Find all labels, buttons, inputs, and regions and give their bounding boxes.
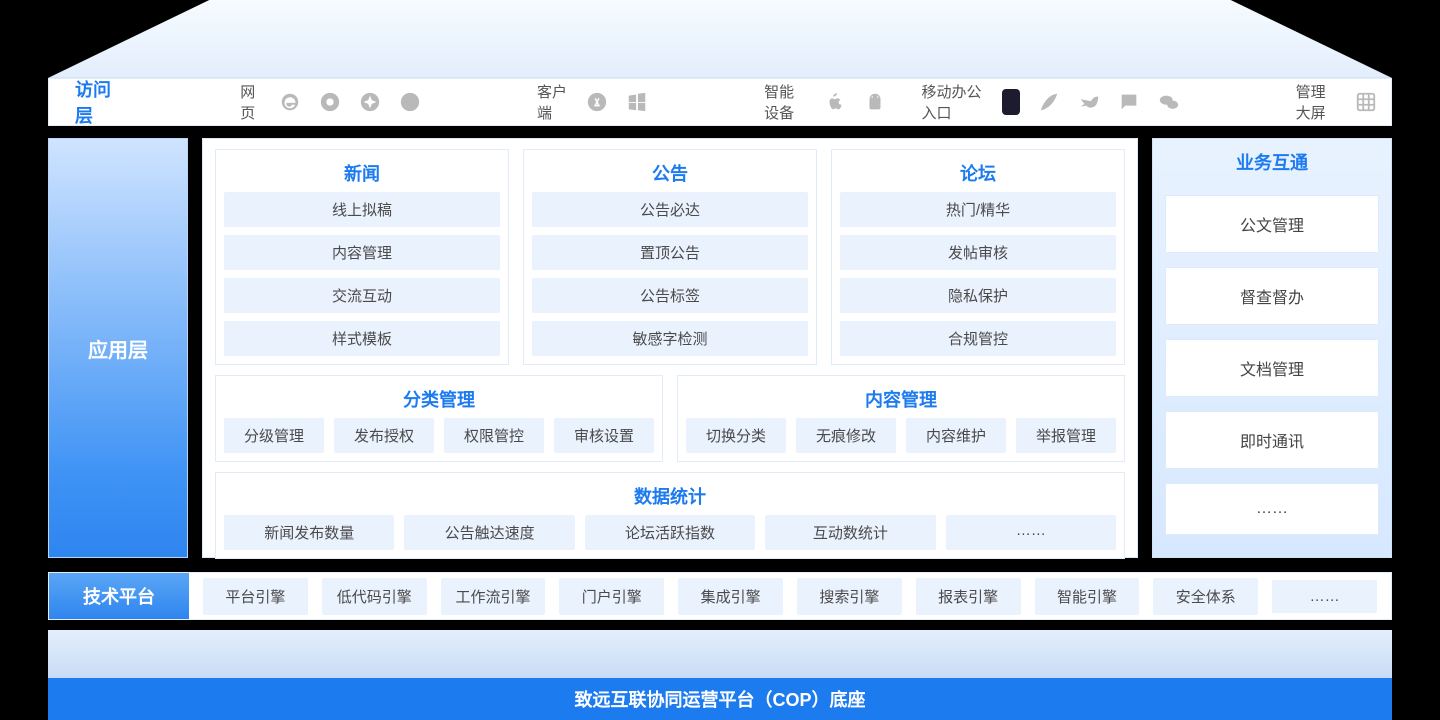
pill: 交流互动 — [224, 278, 500, 313]
access-group-mobile: 移动办公入口 — [922, 81, 984, 123]
pill: 内容维护 — [906, 418, 1006, 453]
pill: 置顶公告 — [532, 235, 808, 270]
ie-icon — [279, 90, 301, 114]
pill: 举报管理 — [1016, 418, 1116, 453]
tech-pill: 搜索引擎 — [797, 578, 902, 615]
bird-icon — [1078, 90, 1100, 114]
pill: 隐私保护 — [840, 278, 1116, 313]
group-stats: 数据统计 新闻发布数量 公告触达速度 论坛活跃指数 互动数统计 …… — [215, 472, 1125, 559]
perspective-top — [48, 0, 1392, 78]
platform-footer: 致远互联协同运营平台（COP）底座 — [48, 678, 1392, 720]
pill: 新闻发布数量 — [224, 515, 394, 550]
pill: 无痕修改 — [796, 418, 896, 453]
group-announce-title: 公告 — [532, 156, 808, 192]
tech-pill: 集成引擎 — [678, 578, 783, 615]
pill: 合规管控 — [840, 321, 1116, 356]
pill: 公告标签 — [532, 278, 808, 313]
mid-groups-row: 分类管理 分级管理 发布授权 权限管控 审核设置 内容管理 切换分类 无痕修改 … — [215, 375, 1125, 462]
pill: 切换分类 — [686, 418, 786, 453]
windows-icon — [626, 90, 648, 114]
tech-platform-bar: 技术平台 平台引擎 低代码引擎 工作流引擎 门户引擎 集成引擎 搜索引擎 报表引… — [48, 572, 1392, 620]
tech-pill: 报表引擎 — [916, 578, 1021, 615]
pill: 分级管理 — [224, 418, 324, 453]
business-interop-title: 业务互通 — [1165, 149, 1379, 181]
appstore-icon — [586, 90, 608, 114]
application-center-panel: 新闻 线上拟稿 内容管理 交流互动 样式模板 公告 公告必达 置顶公告 公告标签… — [202, 138, 1138, 558]
access-group-dashboard: 管理大屏 — [1296, 81, 1337, 123]
main-stage: 访问层 网页 客户端 智能设备 移动办公入口 管理大屏 应用层 — [48, 78, 1392, 630]
pill: 发布授权 — [334, 418, 434, 453]
access-layer-bar: 访问层 网页 客户端 智能设备 移动办公入口 管理大屏 — [48, 78, 1392, 126]
business-interop-panel: 业务互通 公文管理 督查督办 文档管理 即时通讯 …… — [1152, 138, 1392, 558]
android-icon — [864, 90, 886, 114]
chat-icon — [1118, 90, 1140, 114]
tech-pill: 安全体系 — [1153, 578, 1258, 615]
safari-icon — [359, 90, 381, 114]
pill: 审核设置 — [554, 418, 654, 453]
top-groups-row: 新闻 线上拟稿 内容管理 交流互动 样式模板 公告 公告必达 置顶公告 公告标签… — [215, 149, 1125, 365]
pill: 权限管控 — [444, 418, 544, 453]
access-group-smart: 智能设备 — [764, 81, 805, 123]
interop-item: 公文管理 — [1165, 195, 1379, 253]
perspective-bottom — [48, 630, 1392, 678]
access-group-client: 客户端 — [537, 81, 568, 123]
pill: …… — [946, 515, 1116, 550]
tech-pill: 低代码引擎 — [322, 578, 427, 615]
application-layer-row: 应用层 新闻 线上拟稿 内容管理 交流互动 样式模板 公告 公告必达 — [48, 138, 1392, 558]
interop-item: 督查督办 — [1165, 267, 1379, 325]
pill: 内容管理 — [224, 235, 500, 270]
pill: 敏感字检测 — [532, 321, 808, 356]
tech-pill: 工作流引擎 — [441, 578, 546, 615]
interop-item: …… — [1165, 483, 1379, 535]
interop-item: 即时通讯 — [1165, 411, 1379, 469]
group-content-title: 内容管理 — [686, 382, 1116, 418]
tech-pill: 平台引擎 — [203, 578, 308, 615]
group-news: 新闻 线上拟稿 内容管理 交流互动 样式模板 — [215, 149, 509, 365]
access-layer-title: 访问层 — [63, 76, 124, 128]
tech-pill: 智能引擎 — [1035, 578, 1140, 615]
application-layer-label: 应用层 — [48, 138, 188, 558]
pill: 论坛活跃指数 — [585, 515, 755, 550]
group-stats-title: 数据统计 — [224, 479, 1116, 515]
pill: 线上拟稿 — [224, 192, 500, 227]
pill: 互动数统计 — [765, 515, 935, 550]
grid-dashboard-icon — [1355, 90, 1377, 114]
tech-pill: …… — [1272, 580, 1377, 613]
group-announce: 公告 公告必达 置顶公告 公告标签 敏感字检测 — [523, 149, 817, 365]
pill: 公告触达速度 — [404, 515, 574, 550]
group-forum: 论坛 热门/精华 发帖审核 隐私保护 合规管控 — [831, 149, 1125, 365]
firefox-icon — [399, 90, 421, 114]
feather-icon — [1038, 90, 1060, 114]
m3-app-icon — [1002, 89, 1020, 115]
wechat-icon — [1158, 90, 1180, 114]
interop-item: 文档管理 — [1165, 339, 1379, 397]
access-group-web: 网页 — [240, 81, 261, 123]
pill: 发帖审核 — [840, 235, 1116, 270]
pill: 热门/精华 — [840, 192, 1116, 227]
tech-platform-label: 技术平台 — [49, 573, 189, 619]
pill: 样式模板 — [224, 321, 500, 356]
group-forum-title: 论坛 — [840, 156, 1116, 192]
group-category-title: 分类管理 — [224, 382, 654, 418]
group-news-title: 新闻 — [224, 156, 500, 192]
pill: 公告必达 — [532, 192, 808, 227]
group-category: 分类管理 分级管理 发布授权 权限管控 审核设置 — [215, 375, 663, 462]
apple-icon — [824, 90, 846, 114]
group-content: 内容管理 切换分类 无痕修改 内容维护 举报管理 — [677, 375, 1125, 462]
tech-pill: 门户引擎 — [559, 578, 664, 615]
chrome-icon — [319, 90, 341, 114]
